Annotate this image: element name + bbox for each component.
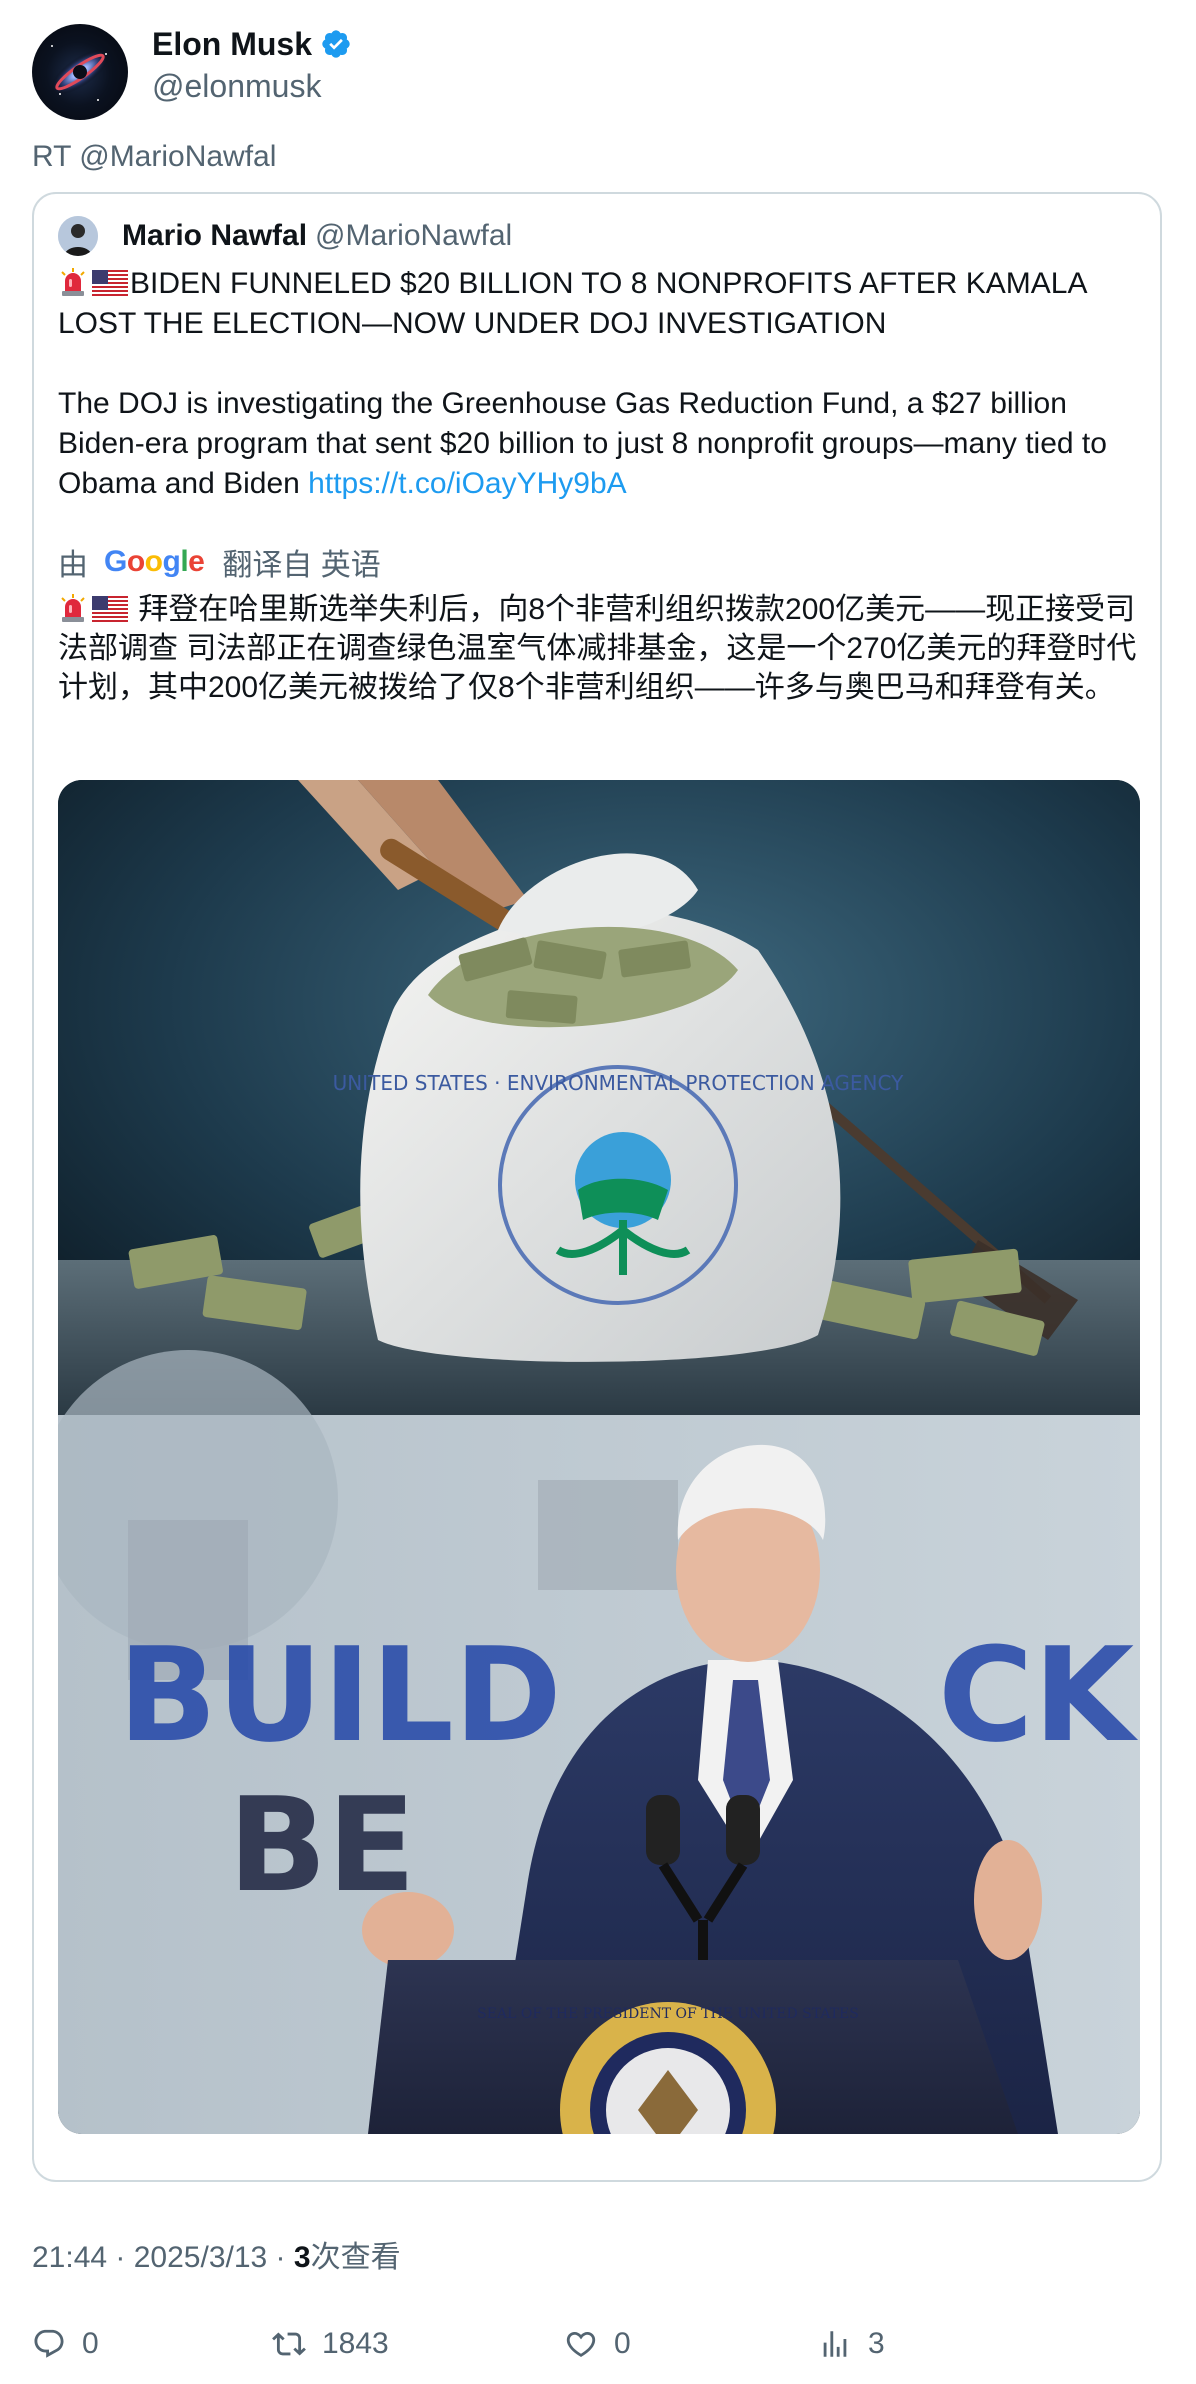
translated-text: 拜登在哈里斯选举失利后，向8个非营利组织拨款200亿美元——现正接受司法部调查 … (58, 593, 1137, 704)
reply-icon (34, 2329, 64, 2358)
retweet-count: 1843 (322, 2327, 389, 2360)
author-name-block: Elon Musk @elonmusk (152, 24, 352, 106)
retweet-icon (272, 2332, 306, 2356)
google-logo: Google (104, 545, 205, 578)
tweet-meta: 21:44 · 2025/3/13 · 3次查看 (32, 2232, 401, 2276)
us-flag-emoji-icon (92, 596, 128, 622)
author-handle[interactable]: @elonmusk (152, 66, 352, 106)
quoted-headline-line: BIDEN FUNNELED $20 BILLION TO 8 NONPROFI… (58, 264, 1138, 344)
tweet-media-image: UNITED STATES · ENVIRONMENTAL PROTECTION… (58, 780, 1140, 2134)
quoted-headline: BIDEN FUNNELED $20 BILLION TO 8 NONPROFI… (58, 267, 1086, 340)
reply-count: 0 (82, 2327, 99, 2360)
siren-emoji-icon (61, 268, 85, 296)
author-display-name[interactable]: Elon Musk (152, 24, 312, 64)
translated-text-block: 拜登在哈里斯选举失利后，向8个非营利组织拨款200亿美元——现正接受司法部调查 … (58, 590, 1138, 707)
meta-separator: · (267, 2241, 294, 2274)
author-display-name-row[interactable]: Elon Musk (152, 24, 352, 64)
seal-text: SEAL OF THE PRESIDENT OF THE UNITED STAT… (477, 2006, 859, 2022)
quoted-tweet-text: BIDEN FUNNELED $20 BILLION TO 8 NONPROFI… (58, 264, 1138, 504)
money-bag-image: UNITED STATES · ENVIRONMENTAL PROTECTION… (58, 780, 1140, 1415)
views-button[interactable]: 3 (818, 2324, 885, 2364)
tweet-time[interactable]: 21:44 (32, 2241, 107, 2274)
person-avatar-icon (58, 216, 98, 256)
speech-photo: BUILD CK BE SEAL OF THE PRESIDENT OF THE… (58, 1350, 1140, 2134)
galaxy-avatar-icon (51, 45, 109, 101)
tweet-action-bar: 0 1843 0 3 (32, 2324, 1162, 2364)
heart-icon (566, 2331, 596, 2357)
reply-button[interactable]: 0 (32, 2324, 99, 2364)
retweet-text: RT @MarioNawfal (32, 140, 277, 173)
analytics-icon (823, 2331, 847, 2357)
views-count: 3 (293, 2241, 311, 2274)
quoted-tweet-card[interactable]: Mario Nawfal @MarioNawfal BIDEN FUNNELED… (32, 192, 1162, 2182)
like-button[interactable]: 0 (564, 2324, 631, 2364)
quoted-handle[interactable]: @MarioNawfal (315, 219, 512, 253)
quoted-link[interactable]: https://t.co/iOayYHy9bA (308, 467, 626, 500)
quoted-tweet-header: Mario Nawfal @MarioNawfal (58, 216, 512, 256)
quoted-body-paragraph: The DOJ is investigating the Greenhouse … (58, 384, 1138, 504)
siren-emoji-icon (61, 594, 85, 622)
tweet-media[interactable]: UNITED STATES · ENVIRONMENTAL PROTECTION… (58, 780, 1140, 2134)
quoted-display-name[interactable]: Mario Nawfal (122, 219, 307, 253)
backdrop-text-line1: BUILD (118, 1619, 562, 1771)
like-count: 0 (614, 2327, 631, 2360)
translation-attribution: 由 Google 翻译自 英语 (58, 542, 381, 582)
us-flag-emoji-icon (92, 270, 128, 296)
tweet-date[interactable]: 2025/3/13 (134, 2241, 267, 2274)
verified-badge-icon (322, 30, 350, 58)
translation-suffix[interactable]: 翻译自 英语 (222, 540, 380, 584)
backdrop-text-line1b: CK (938, 1619, 1138, 1771)
views-action-count: 3 (868, 2327, 885, 2360)
retweet-button[interactable]: 1843 (272, 2324, 389, 2364)
quoted-author-avatar[interactable] (58, 216, 98, 256)
author-avatar[interactable] (32, 24, 128, 120)
translation-prefix: 由 (58, 549, 88, 582)
meta-separator: · (107, 2241, 134, 2274)
views-label: 次查看 (310, 2241, 401, 2274)
epa-text: UNITED STATES · ENVIRONMENTAL PROTECTION… (333, 1071, 904, 1095)
